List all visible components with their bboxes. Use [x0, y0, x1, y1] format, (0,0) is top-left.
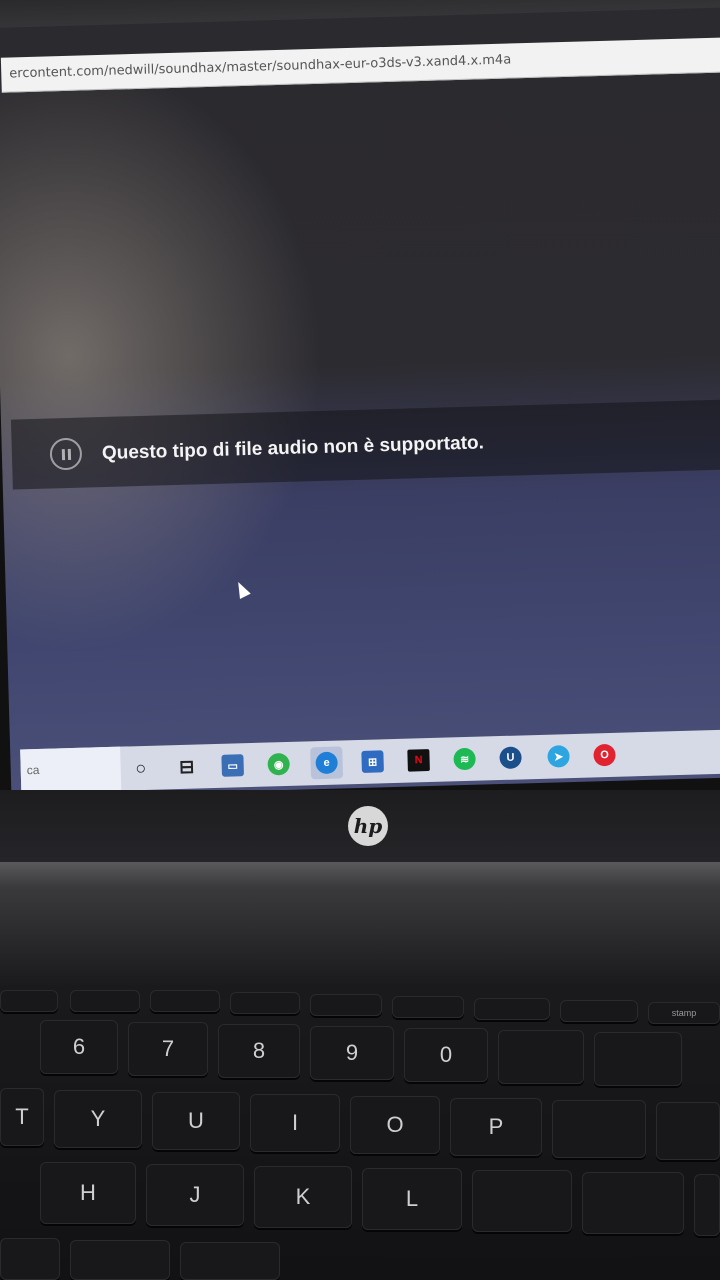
- key-j[interactable]: J: [146, 1164, 244, 1226]
- key-0[interactable]: 0: [404, 1028, 488, 1082]
- fn-key[interactable]: [0, 990, 58, 1012]
- opera-icon[interactable]: O: [588, 739, 621, 772]
- key-bottom-row[interactable]: [0, 1238, 60, 1280]
- key-u-grave[interactable]: [694, 1174, 720, 1236]
- key-p[interactable]: P: [450, 1098, 542, 1156]
- key-e-grave[interactable]: [552, 1100, 646, 1158]
- windows-taskbar: ca ○ ⊟ ▭ ◉ e ⊞ N ≋ U ➤ O: [20, 728, 720, 794]
- fn-key[interactable]: [230, 992, 300, 1014]
- mouse-cursor-icon: [232, 579, 251, 600]
- key-u[interactable]: U: [152, 1092, 240, 1150]
- key-a-grave[interactable]: [582, 1172, 684, 1234]
- taskbar-search-box[interactable]: ca: [20, 746, 122, 794]
- fn-key[interactable]: [70, 990, 140, 1012]
- key-bottom-row[interactable]: [180, 1242, 280, 1280]
- laptop-screen: ercontent.com/nedwill/soundhax/master/so…: [0, 7, 720, 798]
- edge-icon[interactable]: e: [310, 746, 344, 780]
- unsupported-format-message: Questo tipo di file audio non è supporta…: [101, 432, 485, 465]
- fn-key[interactable]: [560, 1000, 638, 1022]
- key-bottom-row[interactable]: [70, 1240, 170, 1280]
- keyboard-deck: stamp 6 7 8 9 0 T Y U I O P H J K L: [0, 862, 720, 1280]
- pause-icon: [61, 448, 71, 460]
- fn-key[interactable]: [150, 990, 220, 1012]
- spotify-icon[interactable]: ≋: [448, 743, 481, 776]
- hp-logo: hp: [348, 806, 388, 846]
- key-k[interactable]: K: [254, 1166, 352, 1228]
- audio-player: Questo tipo di file audio non è supporta…: [10, 399, 720, 490]
- photo: ercontent.com/nedwill/soundhax/master/so…: [0, 0, 720, 1280]
- stamp-key[interactable]: stamp: [648, 1002, 720, 1024]
- key-plus[interactable]: [656, 1102, 720, 1160]
- search-text: ca: [26, 762, 40, 778]
- key-i-grave[interactable]: [594, 1032, 682, 1086]
- cortana-icon[interactable]: ○: [124, 752, 157, 785]
- key-9[interactable]: 9: [310, 1026, 394, 1080]
- u-app-icon[interactable]: U: [494, 741, 527, 774]
- fn-key[interactable]: [392, 996, 464, 1018]
- pause-button[interactable]: [49, 437, 83, 471]
- fn-key[interactable]: [310, 994, 382, 1016]
- key-o[interactable]: O: [350, 1096, 440, 1154]
- file-explorer-icon[interactable]: ▭: [216, 749, 249, 782]
- key-h[interactable]: H: [40, 1162, 136, 1224]
- key-8[interactable]: 8: [218, 1024, 300, 1078]
- whatsapp-icon[interactable]: ◉: [262, 748, 295, 781]
- fn-key[interactable]: [474, 998, 550, 1020]
- key-6[interactable]: 6: [40, 1020, 118, 1074]
- browser-url-bar[interactable]: ercontent.com/nedwill/soundhax/master/so…: [0, 37, 720, 93]
- key-o-grave[interactable]: [472, 1170, 572, 1232]
- store-icon[interactable]: ⊞: [356, 745, 389, 778]
- task-view-icon[interactable]: ⊟: [170, 750, 203, 783]
- telegram-icon[interactable]: ➤: [542, 740, 575, 773]
- url-text: ercontent.com/nedwill/soundhax/master/so…: [9, 52, 512, 82]
- key-i[interactable]: I: [250, 1094, 340, 1152]
- key-l[interactable]: L: [362, 1168, 462, 1230]
- key-7[interactable]: 7: [128, 1022, 208, 1076]
- key-y[interactable]: Y: [54, 1090, 142, 1148]
- key-t[interactable]: T: [0, 1088, 44, 1146]
- netflix-icon[interactable]: N: [402, 744, 435, 777]
- key-apostrophe[interactable]: [498, 1030, 584, 1084]
